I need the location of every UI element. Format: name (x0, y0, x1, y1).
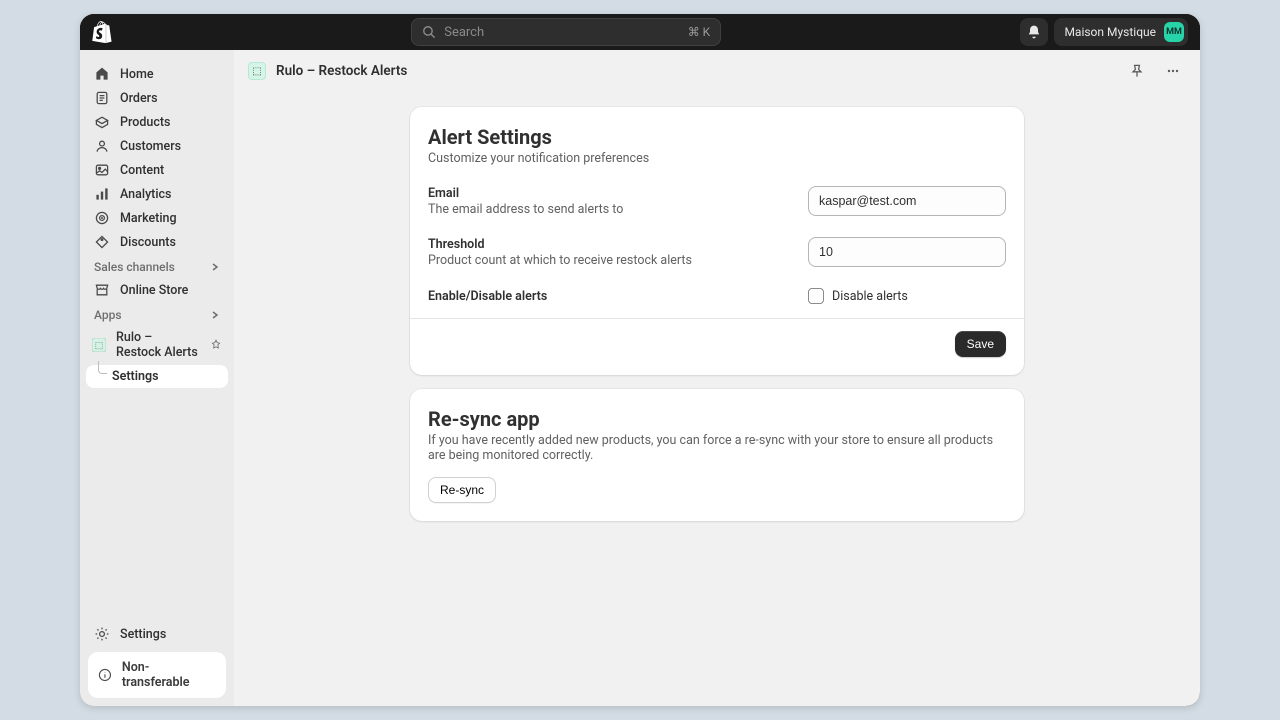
nav-analytics[interactable]: Analytics (86, 182, 228, 206)
pin-button[interactable] (1124, 58, 1150, 84)
app-settings[interactable]: Settings (86, 365, 228, 388)
search-kbd: ⌘ K (688, 25, 711, 39)
toggle-row: Enable/Disable alerts Disable alerts (428, 282, 1006, 314)
nav-settings[interactable]: Settings (86, 622, 228, 646)
email-input[interactable] (808, 186, 1006, 216)
search-icon (422, 25, 436, 39)
discounts-icon (94, 234, 110, 250)
analytics-icon (94, 186, 110, 202)
info-icon (98, 668, 112, 682)
checkbox-icon (808, 288, 824, 304)
pin-icon (1129, 63, 1145, 79)
search-placeholder: Search (444, 25, 484, 40)
resync-button[interactable]: Re-sync (428, 477, 496, 503)
pin-icon[interactable] (210, 339, 222, 351)
app-icon: ⬚ (248, 62, 266, 80)
app-window: Search ⌘ K Maison Mystique MM Home Order… (80, 14, 1200, 706)
threshold-help: Product count at which to receive restoc… (428, 253, 788, 268)
nav-online-store[interactable]: Online Store (86, 278, 228, 302)
non-transferable-badge[interactable]: Non-transferable (88, 652, 226, 698)
threshold-input[interactable] (808, 237, 1006, 267)
section-sales-channels[interactable]: Sales channels (86, 254, 228, 278)
orders-icon (94, 90, 110, 106)
nav-content[interactable]: Content (86, 158, 228, 182)
marketing-icon (94, 210, 110, 226)
resync-description: If you have recently added new products,… (428, 433, 1006, 463)
avatar: MM (1164, 22, 1184, 42)
customers-icon (94, 138, 110, 154)
main-content: ⬚ Rulo – Restock Alerts Alert Settings C… (234, 50, 1200, 706)
card-heading: Alert Settings (428, 125, 1006, 149)
app-rulo[interactable]: ⬚ Rulo – Restock Alerts (86, 326, 228, 364)
store-switcher[interactable]: Maison Mystique MM (1054, 18, 1188, 46)
page-title: Rulo – Restock Alerts (276, 63, 407, 79)
card-subtitle: Customize your notification preferences (428, 151, 1006, 166)
store-icon (94, 282, 110, 298)
chevron-right-icon (210, 310, 220, 320)
alert-settings-card: Alert Settings Customize your notificati… (410, 107, 1024, 375)
email-help: The email address to send alerts to (428, 202, 788, 217)
toggle-label: Enable/Disable alerts (428, 289, 788, 304)
resync-card: Re-sync app If you have recently added n… (410, 389, 1024, 521)
nav-orders[interactable]: Orders (86, 86, 228, 110)
threshold-label: Threshold (428, 237, 788, 252)
nav-customers[interactable]: Customers (86, 134, 228, 158)
sidebar: Home Orders Products Customers Content A… (80, 50, 234, 706)
disable-alerts-checkbox[interactable]: Disable alerts (808, 288, 1006, 304)
search-input[interactable]: Search ⌘ K (411, 18, 721, 46)
chevron-right-icon (210, 262, 220, 272)
save-button[interactable]: Save (955, 331, 1006, 357)
products-icon (94, 114, 110, 130)
nav-marketing[interactable]: Marketing (86, 206, 228, 230)
more-button[interactable] (1160, 58, 1186, 84)
card-heading: Re-sync app (428, 407, 1006, 431)
content-icon (94, 162, 110, 178)
bell-icon (1026, 24, 1042, 40)
page-header: ⬚ Rulo – Restock Alerts (234, 50, 1200, 93)
email-label: Email (428, 186, 788, 201)
shopify-logo[interactable] (92, 21, 112, 43)
nav-home[interactable]: Home (86, 62, 228, 86)
svg-text:⬚: ⬚ (95, 341, 104, 351)
notifications-button[interactable] (1020, 18, 1048, 46)
topbar: Search ⌘ K Maison Mystique MM (80, 14, 1200, 50)
nav-discounts[interactable]: Discounts (86, 230, 228, 254)
divider (410, 318, 1024, 319)
checkbox-label: Disable alerts (832, 289, 908, 304)
nav-products[interactable]: Products (86, 110, 228, 134)
home-icon (94, 66, 110, 82)
threshold-row: Threshold Product count at which to rece… (428, 231, 1006, 282)
app-icon: ⬚ (92, 338, 106, 352)
gear-icon (94, 626, 110, 642)
dots-icon (1165, 63, 1181, 79)
email-row: Email The email address to send alerts t… (428, 180, 1006, 231)
store-name: Maison Mystique (1064, 25, 1156, 39)
section-apps[interactable]: Apps (86, 302, 228, 326)
